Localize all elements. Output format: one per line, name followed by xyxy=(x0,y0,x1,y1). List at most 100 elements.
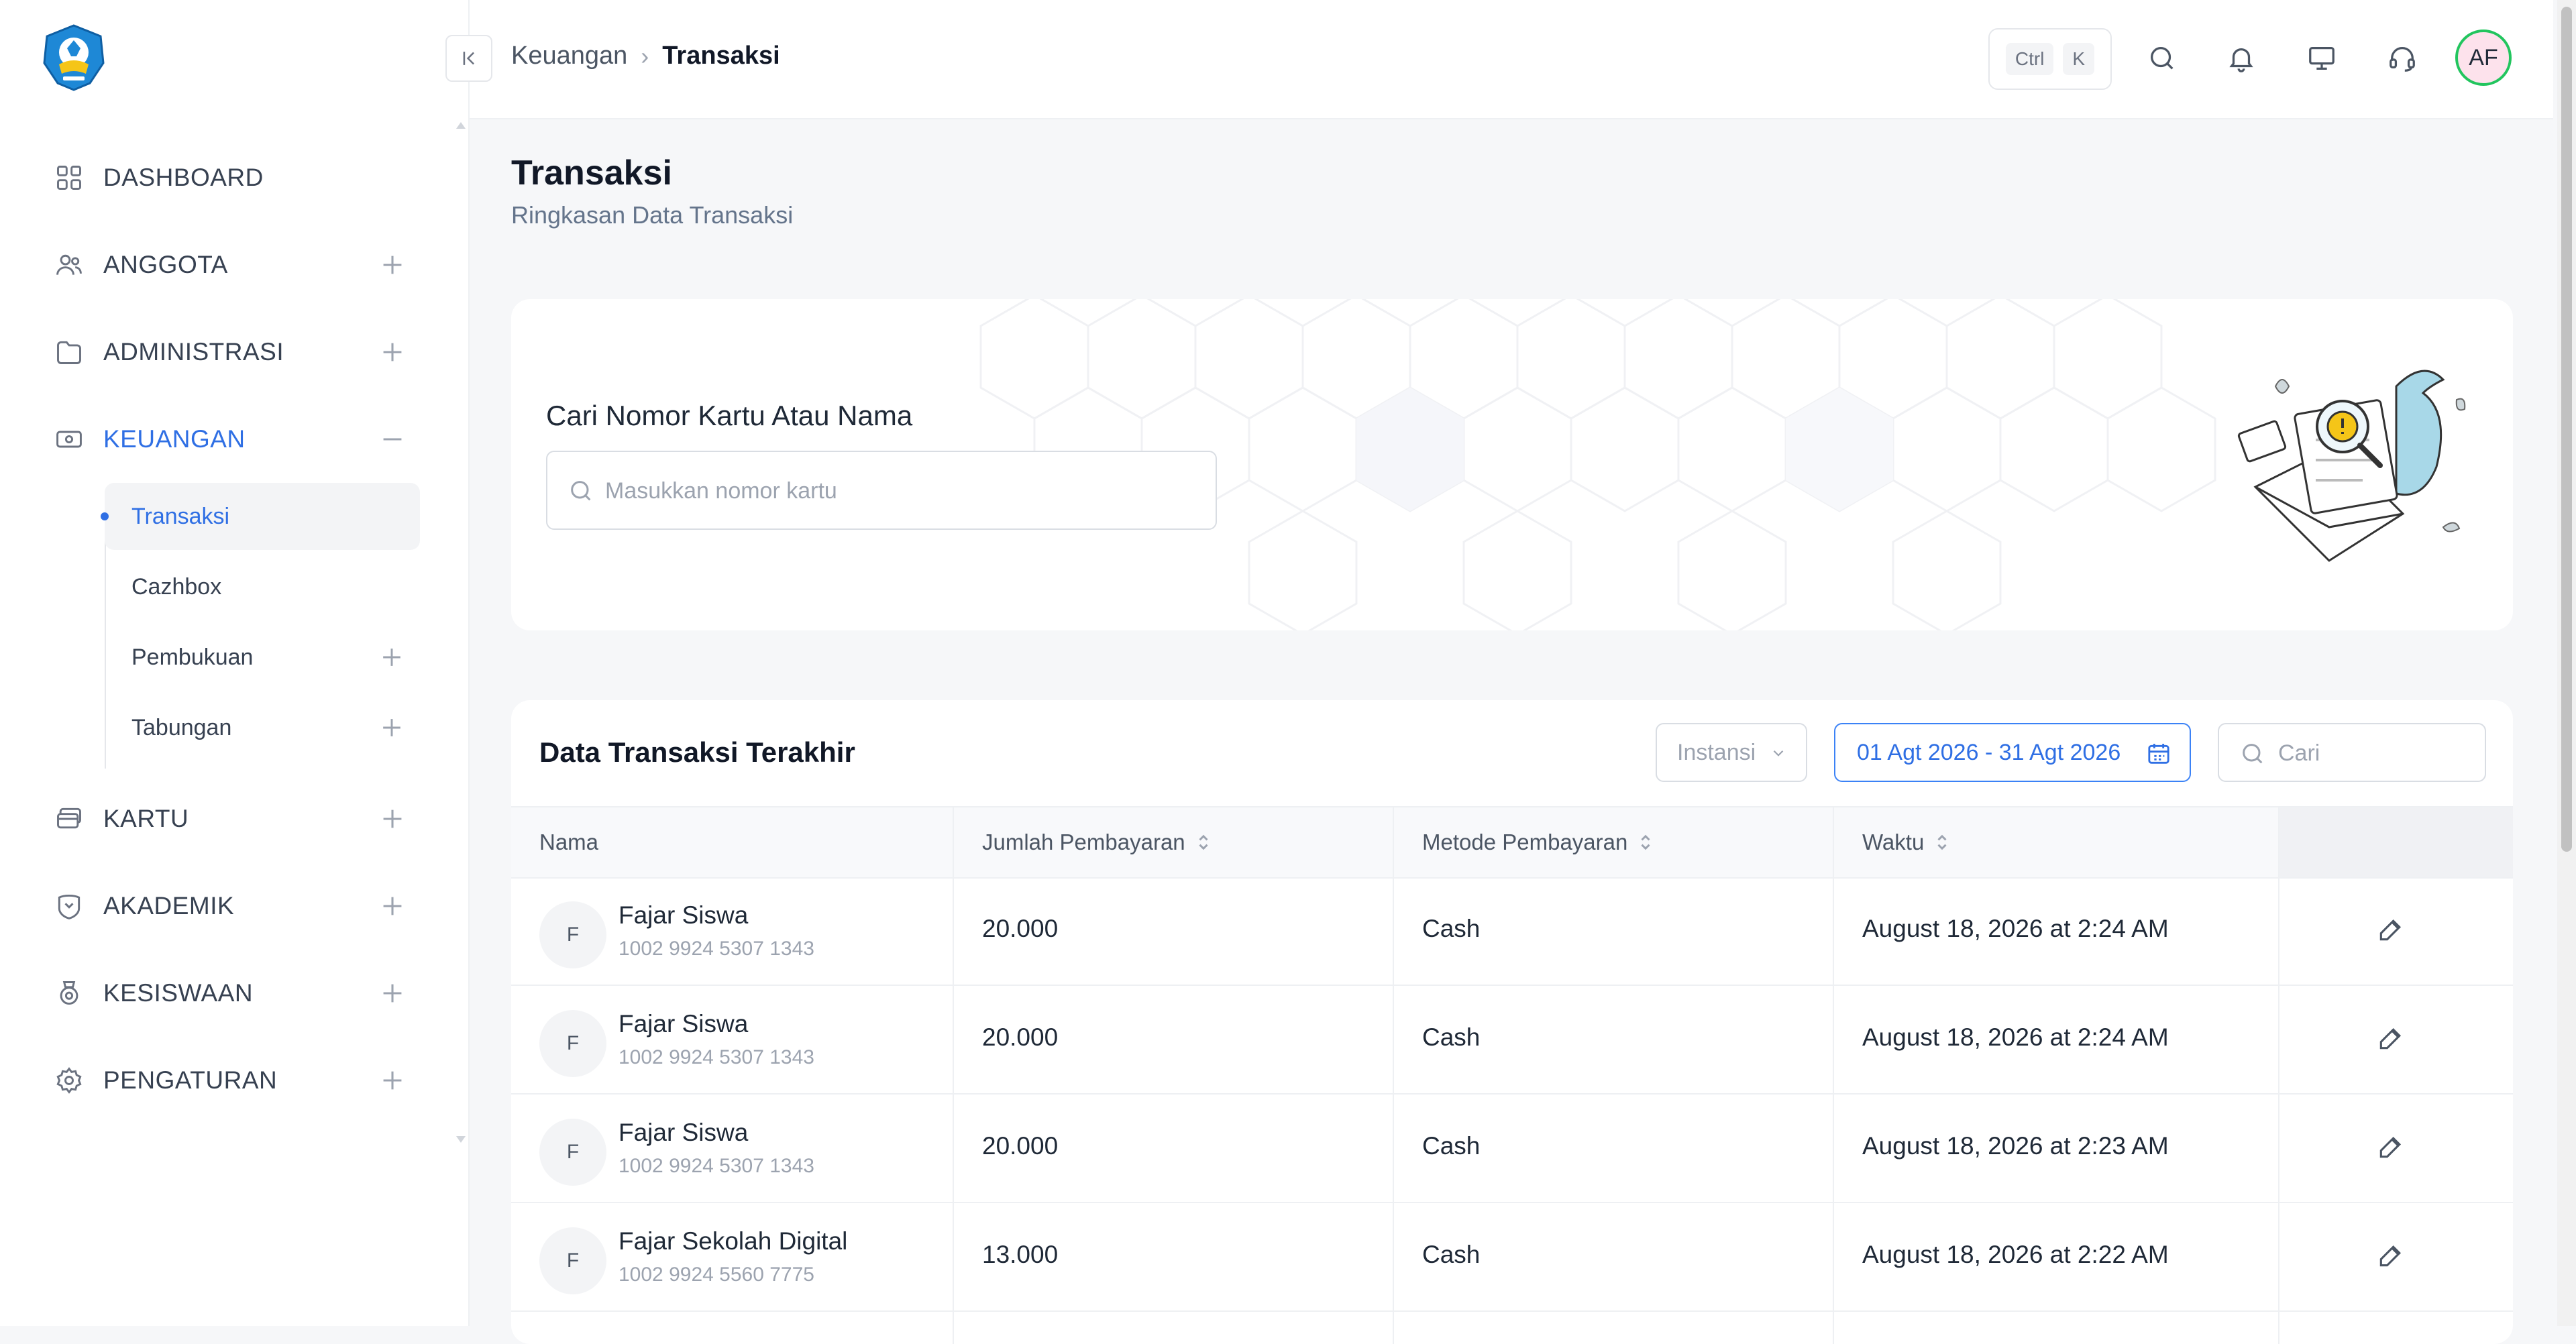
sort-icon[interactable] xyxy=(1196,832,1211,852)
page-scrollbar[interactable] xyxy=(2557,0,2576,1326)
row-time: August 18, 2026 at 2:24 AM xyxy=(1862,915,2169,942)
academic-icon xyxy=(52,889,86,923)
plus-icon[interactable] xyxy=(377,1065,408,1096)
row-name: Fajar Sekolah Digital xyxy=(619,1227,848,1255)
edit-icon[interactable] xyxy=(2376,1241,2406,1270)
scrollbar-thumb[interactable] xyxy=(2561,7,2572,852)
collapse-sidebar-button[interactable] xyxy=(445,35,492,82)
chevron-down-icon xyxy=(1773,750,1784,757)
edit-icon[interactable] xyxy=(2376,1023,2406,1053)
submenu-item-pembukuan[interactable]: Pembukuan xyxy=(105,624,420,691)
users-icon xyxy=(52,248,86,282)
monitor-icon[interactable] xyxy=(2304,40,2340,76)
sidebar-item-kartu[interactable]: KARTU xyxy=(52,789,415,849)
row-name: Fajar Siswa xyxy=(619,901,749,929)
cash-icon xyxy=(52,423,86,456)
search-icon xyxy=(2243,744,2263,764)
table-row: F Fajar Sekolah Digital 1002 9924 5560 7… xyxy=(511,1202,2513,1312)
card-icon xyxy=(52,802,86,836)
scroll-up-arrow[interactable] xyxy=(453,119,468,131)
column-header-jumlah[interactable]: Jumlah Pembayaran xyxy=(982,807,1211,877)
plus-icon[interactable] xyxy=(377,713,407,742)
user-avatar[interactable]: AF xyxy=(2455,30,2512,86)
sidebar-item-label: PENGATURAN xyxy=(103,1066,278,1094)
table-header: Nama Jumlah Pembayaran Metode Pembayaran… xyxy=(511,806,2513,879)
chevron-right-icon: › xyxy=(641,42,649,70)
command-palette-shortcut[interactable]: Ctrl K xyxy=(1988,28,2112,90)
row-card-number: 1002 9924 5560 7775 xyxy=(619,1264,814,1286)
page-title: Transaksi xyxy=(511,154,672,192)
breadcrumb: Keuangan › Transaksi xyxy=(511,42,780,70)
instansi-select[interactable]: Instansi xyxy=(1656,723,1807,782)
scroll-down-arrow[interactable] xyxy=(453,1133,468,1145)
sidebar-item-keuangan[interactable]: KEUANGAN xyxy=(52,409,415,469)
card-search-input[interactable] xyxy=(604,452,1197,530)
plus-icon[interactable] xyxy=(377,891,408,921)
table-title: Data Transaksi Terakhir xyxy=(539,736,855,768)
row-avatar: F xyxy=(539,901,606,968)
row-card-number: 1002 9924 5307 1343 xyxy=(619,938,814,960)
row-method: Cash xyxy=(1422,1132,1481,1160)
row-amount: 20.000 xyxy=(982,1023,1059,1051)
sort-icon[interactable] xyxy=(1638,832,1653,852)
submenu-label: Tabungan xyxy=(131,714,232,740)
sidebar-item-administrasi[interactable]: ADMINISTRASI xyxy=(52,322,415,382)
table-row: F Fajar Siswa 1002 9924 5307 1343 20.000… xyxy=(511,1093,2513,1203)
date-range-picker[interactable]: 01 Agt 2026 - 31 Agt 2026 xyxy=(1834,723,2191,782)
shortcut-key-k: K xyxy=(2063,43,2095,75)
headset-icon[interactable] xyxy=(2384,40,2420,76)
sidebar-item-label: KEUANGAN xyxy=(103,425,246,453)
table-search-field[interactable] xyxy=(2218,723,2486,782)
search-icon[interactable] xyxy=(2144,40,2180,76)
plus-icon[interactable] xyxy=(377,337,408,368)
shortcut-key-ctrl: Ctrl xyxy=(2005,43,2054,75)
search-icon xyxy=(571,481,591,501)
column-label: Jumlah Pembayaran xyxy=(982,830,1185,854)
sort-icon[interactable] xyxy=(1935,832,1949,852)
column-header-actions xyxy=(2278,807,2513,877)
gear-icon xyxy=(52,1064,86,1097)
search-label: Cari Nomor Kartu Atau Nama xyxy=(546,400,913,431)
column-header-waktu[interactable]: Waktu xyxy=(1862,807,1949,877)
breadcrumb-current: Transaksi xyxy=(662,42,780,70)
submenu-item-cazhbox[interactable]: Cazhbox xyxy=(105,553,420,620)
column-header-metode[interactable]: Metode Pembayaran xyxy=(1422,807,1653,877)
sidebar-item-anggota[interactable]: ANGGOTA xyxy=(52,235,415,295)
column-label: Metode Pembayaran xyxy=(1422,830,1628,854)
sidebar-item-label: AKADEMIK xyxy=(103,892,235,919)
tut-wuri-handayani-logo xyxy=(43,24,105,91)
sidebar-item-label: KESISWAAN xyxy=(103,979,254,1007)
row-avatar: F xyxy=(539,1010,606,1077)
search-card: Cari Nomor Kartu Atau Nama xyxy=(511,299,2513,630)
breadcrumb-link-keuangan[interactable]: Keuangan xyxy=(511,42,627,70)
row-name: Fajar Siswa xyxy=(619,1010,749,1038)
submenu-item-transaksi[interactable]: Transaksi xyxy=(101,483,420,550)
row-avatar: F xyxy=(539,1227,606,1294)
row-card-number: 1002 9924 5307 1343 xyxy=(619,1155,814,1177)
bell-icon[interactable] xyxy=(2223,40,2259,76)
calendar-icon xyxy=(2148,744,2169,764)
search-illustration xyxy=(2237,370,2466,562)
plus-icon[interactable] xyxy=(377,249,408,280)
grid-icon xyxy=(52,161,86,194)
minus-icon[interactable] xyxy=(377,424,408,455)
collapse-icon xyxy=(463,52,474,65)
plus-icon[interactable] xyxy=(377,803,408,834)
table-row: F Fajar Siswa 1002 9924 5307 1343 20.000… xyxy=(511,876,2513,986)
edit-icon[interactable] xyxy=(2376,915,2406,944)
table-search-input[interactable] xyxy=(2277,724,2474,782)
instansi-select-value: Instansi xyxy=(1677,739,1756,765)
sidebar-item-kesiswaan[interactable]: KESISWAAN xyxy=(52,963,415,1023)
edit-icon[interactable] xyxy=(2376,1132,2406,1162)
submenu-item-tabungan[interactable]: Tabungan xyxy=(105,694,420,761)
plus-icon[interactable] xyxy=(377,978,408,1009)
sidebar-item-akademik[interactable]: AKADEMIK xyxy=(52,876,415,936)
column-label: Nama xyxy=(539,830,599,854)
row-method: Cash xyxy=(1422,915,1481,942)
sidebar-item-dashboard[interactable]: DASHBOARD xyxy=(52,148,415,208)
plus-icon[interactable] xyxy=(377,642,407,672)
card-search-field[interactable] xyxy=(546,451,1217,530)
sidebar-item-pengaturan[interactable]: PENGATURAN xyxy=(52,1050,415,1111)
row-time: August 18, 2026 at 2:23 AM xyxy=(1862,1132,2169,1160)
row-amount: 20.000 xyxy=(982,1132,1059,1160)
